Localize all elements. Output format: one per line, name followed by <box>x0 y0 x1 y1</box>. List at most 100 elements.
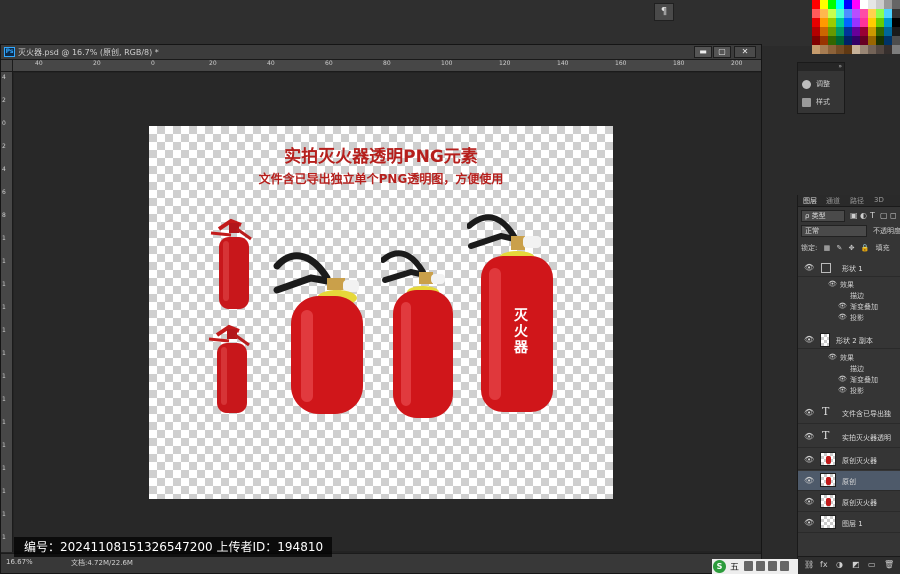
input-mode-label[interactable]: 五 <box>730 560 739 573</box>
swatch[interactable] <box>844 9 852 18</box>
tab-3d[interactable]: 3D <box>874 196 884 204</box>
mask-icon[interactable]: ◩ <box>852 560 860 569</box>
new-layer-icon[interactable]: ▭ <box>868 560 876 569</box>
tab-channels[interactable]: 通道 <box>826 196 840 206</box>
swatch[interactable] <box>812 36 820 45</box>
paragraph-panel-button[interactable]: ¶ <box>654 3 674 21</box>
swatch[interactable] <box>860 0 868 9</box>
tab-layers[interactable]: 图层 <box>803 196 817 206</box>
effect-row-shadow[interactable]: 👁 投影 <box>798 385 900 396</box>
swatch[interactable] <box>860 9 868 18</box>
swatch[interactable] <box>876 18 884 27</box>
zoom-level[interactable]: 16.67% <box>6 558 33 566</box>
swatch[interactable] <box>884 18 892 27</box>
effect-row-gradient[interactable]: 👁 渐变叠加 <box>798 301 900 312</box>
swatch[interactable] <box>868 9 876 18</box>
adjustment-filter-icon[interactable]: ◐ <box>860 211 867 220</box>
effect-row-gradient[interactable]: 👁 渐变叠加 <box>798 374 900 385</box>
swatch[interactable] <box>812 9 820 18</box>
trash-icon[interactable]: 🗑 <box>884 560 894 569</box>
swatch[interactable] <box>852 9 860 18</box>
swatch[interactable] <box>876 9 884 18</box>
swatch[interactable] <box>868 0 876 9</box>
swatch[interactable] <box>876 0 884 9</box>
swatch[interactable] <box>836 0 844 9</box>
swatch[interactable] <box>852 36 860 45</box>
swatch[interactable] <box>820 0 828 9</box>
layer-row[interactable]: 👁 图层 1 <box>798 513 900 533</box>
swatch[interactable] <box>876 45 884 54</box>
effect-row-shadow[interactable]: 👁 投影 <box>798 312 900 323</box>
swatch[interactable] <box>852 18 860 27</box>
swatch[interactable] <box>844 36 852 45</box>
swatch[interactable] <box>860 27 868 36</box>
effects-row[interactable]: 👁 效果 <box>798 279 900 290</box>
swatch[interactable] <box>884 45 892 54</box>
swatch[interactable] <box>876 36 884 45</box>
swatch[interactable] <box>892 45 900 54</box>
visibility-eye-icon[interactable]: 👁 <box>804 432 814 441</box>
swatch[interactable] <box>860 45 868 54</box>
visibility-eye-icon[interactable]: 👁 <box>804 497 814 506</box>
swatch[interactable] <box>892 36 900 45</box>
swatch[interactable] <box>884 0 892 9</box>
swatch[interactable] <box>812 45 820 54</box>
swatch[interactable] <box>892 9 900 18</box>
swatch[interactable] <box>820 36 828 45</box>
type-filter-icon[interactable]: T <box>870 211 875 220</box>
swatch[interactable] <box>844 27 852 36</box>
tab-paths[interactable]: 路径 <box>850 196 864 206</box>
swatch[interactable] <box>820 18 828 27</box>
swatch[interactable] <box>860 18 868 27</box>
visibility-eye-icon[interactable]: 👁 <box>828 280 837 288</box>
adjustments-item[interactable]: 调整 <box>802 79 830 89</box>
swatch[interactable] <box>884 36 892 45</box>
swatch[interactable] <box>844 0 852 9</box>
swatch[interactable] <box>876 27 884 36</box>
layer-row[interactable]: 👁 原创灭火器 <box>798 492 900 512</box>
visibility-eye-icon[interactable]: 👁 <box>804 476 814 485</box>
vertical-ruler[interactable]: 4 2 0 2 4 6 8 1 1 1 1 1 1 1 1 1 1 1 1 1 1 <box>1 72 13 552</box>
swatch[interactable] <box>820 45 828 54</box>
horizontal-ruler[interactable]: 40 20 0 20 40 60 80 100 120 140 160 180 200 <box>13 60 761 72</box>
swatch[interactable] <box>828 36 836 45</box>
swatch[interactable] <box>868 45 876 54</box>
visibility-eye-icon[interactable]: 👁 <box>838 386 847 394</box>
visibility-eye-icon[interactable]: 👁 <box>804 408 814 417</box>
swatch[interactable] <box>828 27 836 36</box>
effects-row[interactable]: 👁 效果 <box>798 352 900 363</box>
swatch[interactable] <box>892 27 900 36</box>
visibility-eye-icon[interactable]: 👁 <box>838 313 847 321</box>
swatch[interactable] <box>868 18 876 27</box>
swatch[interactable] <box>836 45 844 54</box>
sogou-input-icon[interactable]: S <box>713 560 726 573</box>
image-canvas[interactable]: 实拍灭火器透明PNG元素 文件含已导出独立单个PNG透明图，方便使用 灭 火 器 <box>149 126 613 499</box>
swatch[interactable] <box>860 36 868 45</box>
swatch[interactable] <box>852 27 860 36</box>
maximize-button[interactable]: ▢ <box>713 46 731 58</box>
swatch[interactable] <box>812 27 820 36</box>
effect-row-stroke[interactable]: 描边 <box>798 363 900 374</box>
visibility-eye-icon[interactable]: 👁 <box>804 518 814 527</box>
smart-object-filter-icon[interactable]: ◻ <box>890 211 897 220</box>
visibility-eye-icon[interactable]: 👁 <box>828 353 837 361</box>
swatch[interactable] <box>812 18 820 27</box>
ruler-origin[interactable] <box>1 60 13 72</box>
lock-all-icon[interactable]: 🔒 <box>861 244 870 252</box>
lock-position-icon[interactable]: ✥ <box>849 244 855 252</box>
swatch[interactable] <box>828 0 836 9</box>
visibility-eye-icon[interactable]: 👁 <box>838 375 847 383</box>
swatch[interactable] <box>828 18 836 27</box>
lock-pixels-icon[interactable]: ✎ <box>836 244 842 252</box>
effect-row-stroke[interactable]: 描边 <box>798 290 900 301</box>
close-button[interactable]: ✕ <box>734 46 756 58</box>
swatch[interactable] <box>844 18 852 27</box>
blend-mode-select[interactable]: 正常 <box>801 225 867 237</box>
panel-collapse-icon[interactable]: » <box>798 63 844 71</box>
minimize-button[interactable]: ▬ <box>694 46 712 58</box>
swatch[interactable] <box>820 27 828 36</box>
visibility-eye-icon[interactable]: 👁 <box>804 455 814 464</box>
swatch[interactable] <box>836 18 844 27</box>
swatch[interactable] <box>844 45 852 54</box>
visibility-eye-icon[interactable]: 👁 <box>804 263 814 272</box>
